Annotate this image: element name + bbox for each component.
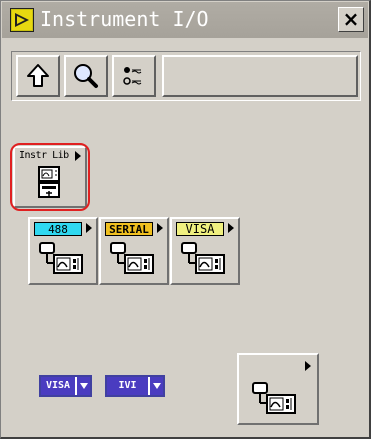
search-button[interactable] [64, 55, 108, 97]
title-bar[interactable]: Instrument I/O × [2, 2, 368, 38]
view-options-button[interactable] [112, 55, 156, 97]
up-button[interactable] [16, 55, 60, 97]
instrument-library-icon [38, 166, 60, 198]
search-icon [74, 64, 98, 88]
instr-lib-subpalette[interactable]: Instr Lib [13, 146, 87, 208]
instrument-io-icon [110, 242, 154, 274]
window-title: Instrument I/O [40, 7, 209, 31]
visa-subpalette[interactable]: VISA [170, 217, 240, 285]
instrument-io-palette-window: Instrument I/O × Instr Lib 488 SERIAL VI… [0, 0, 371, 439]
labview-icon [10, 8, 34, 32]
instrument-io-icon [252, 382, 296, 414]
dropdown-arrow-icon[interactable] [75, 377, 90, 395]
instrument-io-icon [39, 242, 83, 274]
ivi-ring-label: IVI [107, 377, 148, 395]
palette-toolbar [11, 51, 361, 101]
serial-subpalette[interactable]: SERIAL [99, 217, 169, 285]
close-button[interactable]: × [338, 7, 364, 32]
instrument-io-icon [181, 242, 225, 274]
visa-resource-ring[interactable]: VISA [39, 375, 92, 397]
up-arrow-icon [27, 64, 49, 87]
gpib-subpalette[interactable]: 488 [28, 217, 98, 285]
instrument-driver-subpalette[interactable] [237, 353, 319, 425]
ivi-ring[interactable]: IVI [105, 375, 165, 397]
toolbar-spacer [162, 55, 358, 97]
options-icon [123, 67, 142, 85]
visa-ring-label: VISA [41, 377, 75, 395]
dropdown-arrow-icon[interactable] [148, 377, 163, 395]
